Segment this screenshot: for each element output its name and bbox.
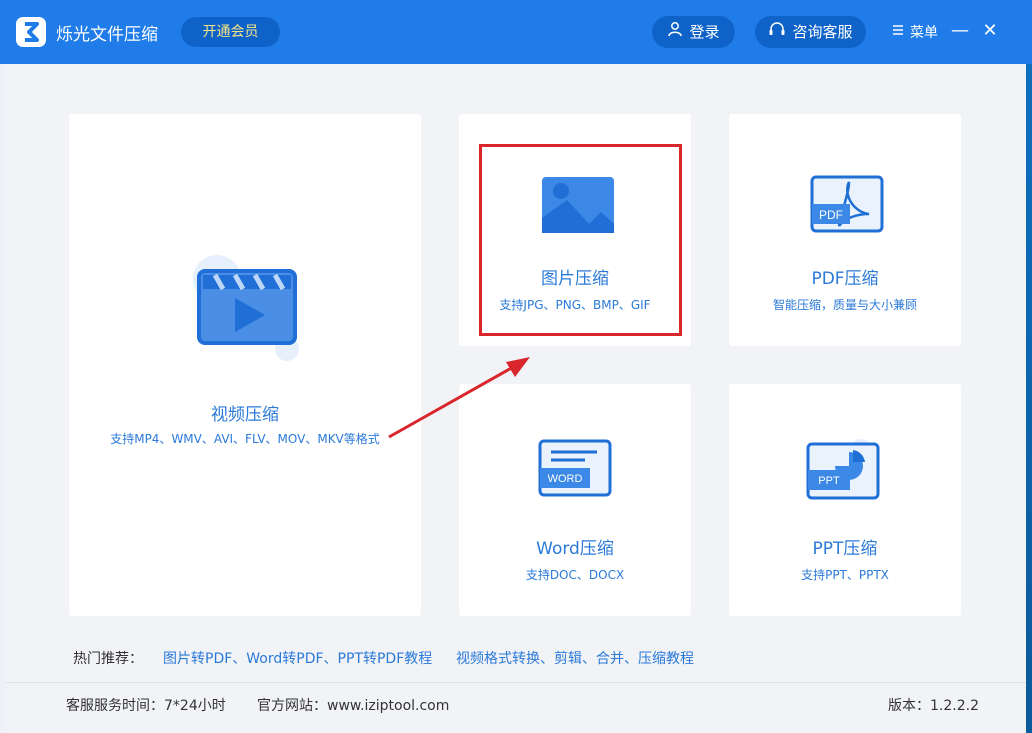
word-icon-label: WORD — [548, 473, 583, 485]
login-button[interactable]: 登录 — [652, 16, 735, 48]
hot-label: 热门推荐： — [73, 651, 143, 667]
hamburger-icon — [892, 24, 904, 40]
card-subtitle: 支持DOC、DOCX — [525, 568, 625, 582]
title-bar[interactable]: 烁光文件压缩 开通会员 登录 咨询客服 菜单 — ✕ — [0, 0, 1032, 64]
menu-button[interactable]: 菜单 — [892, 22, 938, 42]
website-link[interactable]: 官方网站：www.iziptool.com — [257, 695, 449, 715]
card-title: 视频压缩 — [211, 405, 279, 425]
menu-label: 菜单 — [910, 25, 938, 41]
customer-service-button[interactable]: 咨询客服 — [755, 16, 866, 48]
app-title: 烁光文件压缩 — [56, 25, 158, 45]
app-window: 烁光文件压缩 开通会员 登录 咨询客服 菜单 — ✕ 视频压缩 支持MP4、WM… — [0, 0, 1032, 733]
headset-icon — [768, 16, 786, 48]
card-ppt-compress[interactable]: PPT PPT压缩 支持PPT、PPTX — [729, 384, 961, 616]
highlight-box — [479, 144, 682, 336]
ppt-icon: PPT — [805, 438, 881, 506]
video-icon — [187, 254, 307, 368]
card-subtitle: 智能压缩，质量与大小兼顾 — [772, 298, 917, 312]
card-subtitle: 支持PPT、PPTX — [801, 568, 889, 582]
card-subtitle: 支持MP4、WMV、AVI、FLV、MOV、MKV等格式 — [110, 432, 380, 446]
desktop-edge — [1026, 64, 1032, 733]
card-word-compress[interactable]: WORD Word压缩 支持DOC、DOCX — [459, 384, 691, 616]
service-time: 客服服务时间：7*24小时 — [66, 698, 226, 714]
card-title: PDF压缩 — [811, 269, 879, 289]
pdf-icon: PDF — [809, 174, 885, 240]
close-button[interactable]: ✕ — [980, 20, 1000, 41]
pdf-icon-label: PDF — [819, 208, 843, 222]
vip-button[interactable]: 开通会员 — [181, 17, 280, 47]
minimize-button[interactable]: — — [950, 20, 970, 41]
user-icon — [667, 16, 683, 48]
hot-link-video-tutorial[interactable]: 视频格式转换、剪辑、合并、压缩教程 — [456, 648, 694, 668]
ppt-icon-label: PPT — [818, 475, 840, 487]
word-icon: WORD — [537, 438, 613, 502]
card-video-compress[interactable]: 视频压缩 支持MP4、WMV、AVI、FLV、MOV、MKV等格式 — [69, 114, 421, 616]
service-label: 咨询客服 — [792, 23, 853, 41]
card-pdf-compress[interactable]: PDF PDF压缩 智能压缩，质量与大小兼顾 — [729, 114, 961, 346]
hot-link-pdf-tutorial[interactable]: 图片转PDF、Word转PDF、PPT转PDF教程 — [163, 648, 432, 668]
card-title: Word压缩 — [536, 539, 614, 559]
version-label: 版本：1.2.2.2 — [888, 698, 979, 714]
footer-divider — [6, 682, 1026, 683]
card-title: PPT压缩 — [812, 539, 878, 559]
login-label: 登录 — [689, 23, 720, 41]
app-logo-icon — [16, 17, 46, 47]
